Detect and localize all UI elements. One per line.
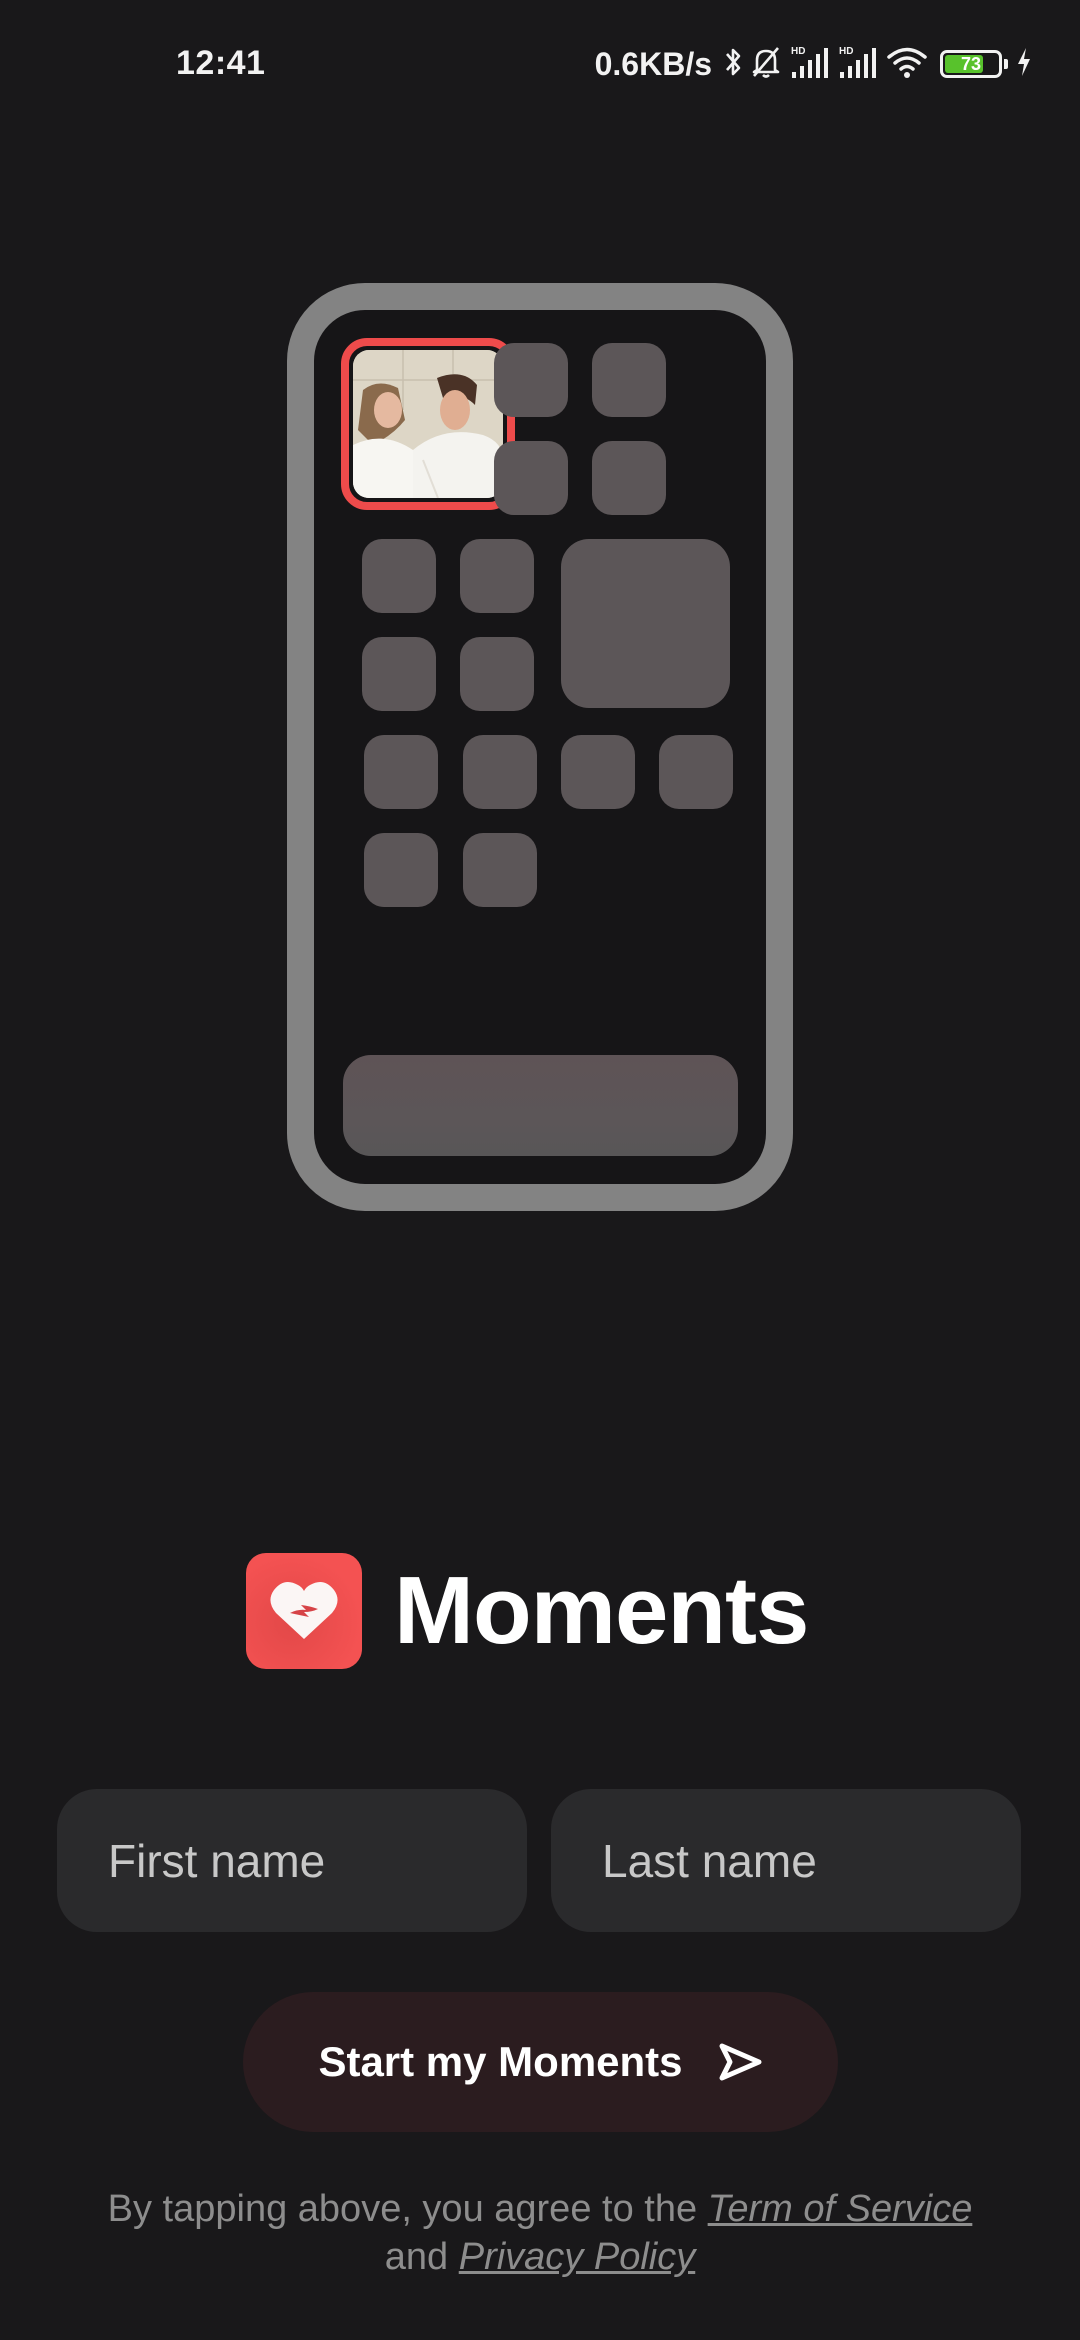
app-tile xyxy=(463,833,537,907)
battery-tip xyxy=(1004,59,1008,69)
app-tile xyxy=(561,735,635,809)
app-tile xyxy=(659,735,733,809)
charging-icon xyxy=(1016,47,1032,82)
start-button-label: Start my Moments xyxy=(318,2038,683,2085)
app-tile xyxy=(592,441,666,515)
legal-middle: and xyxy=(384,2236,459,2278)
app-tile xyxy=(460,539,534,613)
battery-icon: 73 xyxy=(940,50,1002,78)
svg-text:HD: HD xyxy=(791,46,805,57)
legal-prefix: By tapping above, you agree to the xyxy=(107,2188,708,2230)
couple-photo xyxy=(353,350,503,498)
bluetooth-icon xyxy=(724,45,742,84)
phone-illustration xyxy=(287,283,793,1211)
brand-header: Moments xyxy=(246,1553,809,1669)
signal-hd-icon: HD xyxy=(838,44,878,85)
app-tile xyxy=(463,735,537,809)
app-tile xyxy=(364,833,438,907)
app-tile xyxy=(494,343,568,417)
app-tile xyxy=(362,637,436,711)
status-time: 12:41 xyxy=(176,44,266,82)
legal-notice: By tapping above, you agree to the Term … xyxy=(0,2185,1080,2281)
app-tile xyxy=(364,735,438,809)
wifi-icon xyxy=(886,44,928,85)
privacy-policy-link[interactable]: Privacy Policy xyxy=(459,2236,696,2278)
app-tile xyxy=(460,637,534,711)
status-bar: 12:41 0.6KB/s HD HD 73 xyxy=(0,0,1080,130)
first-name-input[interactable] xyxy=(57,1789,527,1932)
status-icons: 0.6KB/s HD HD 73 xyxy=(595,44,1032,84)
signal-hd-icon: HD xyxy=(790,44,830,85)
widget-tile xyxy=(561,539,730,708)
heart-icon xyxy=(270,1581,338,1639)
start-button[interactable]: Start my Moments xyxy=(243,1992,838,2132)
app-tile xyxy=(362,539,436,613)
svg-text:HD: HD xyxy=(839,46,853,57)
send-icon xyxy=(719,2043,762,2081)
last-name-input[interactable] xyxy=(551,1789,1021,1932)
photo-widget xyxy=(341,338,515,510)
battery-percent: 73 xyxy=(960,53,982,74)
app-tile xyxy=(592,343,666,417)
bell-off-icon xyxy=(750,45,782,84)
dock xyxy=(343,1055,738,1156)
network-speed: 0.6KB/s xyxy=(594,45,712,82)
app-title: Moments xyxy=(394,1557,809,1664)
app-logo xyxy=(246,1553,362,1669)
app-tile xyxy=(494,441,568,515)
terms-of-service-link[interactable]: Term of Service xyxy=(708,2188,973,2230)
